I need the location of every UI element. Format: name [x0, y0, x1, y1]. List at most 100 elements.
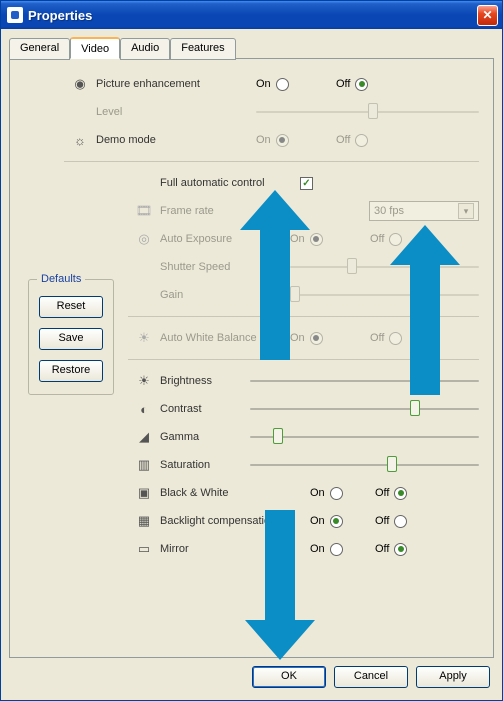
label-on: On: [256, 78, 271, 90]
label-picture-enhancement: Picture enhancement: [96, 78, 256, 90]
radio-awb-off: [389, 332, 402, 345]
apply-button[interactable]: Apply: [416, 666, 490, 688]
dialog-footer: OK Cancel Apply: [9, 658, 494, 692]
saturation-icon: ▥: [128, 457, 160, 473]
brightness-icon: ☀: [128, 373, 160, 389]
wb-icon: ☀: [128, 330, 160, 346]
label-shutter-speed: Shutter Speed: [160, 261, 290, 273]
radio-picture-enhancement-on[interactable]: [276, 78, 289, 91]
radio-backlight-on[interactable]: [330, 515, 343, 528]
label-saturation: Saturation: [160, 459, 250, 471]
video-panel: ◉ Picture enhancement On Off: [9, 58, 494, 658]
tab-general[interactable]: General: [9, 38, 70, 60]
radio-mirror-on[interactable]: [330, 543, 343, 556]
film-icon: 🎞: [128, 203, 160, 219]
gamma-icon: ◢: [128, 429, 160, 445]
slider-saturation[interactable]: [250, 458, 479, 472]
label-contrast: Contrast: [160, 403, 250, 415]
label-full-automatic: Full automatic control: [160, 177, 300, 189]
label-on: On: [310, 543, 325, 555]
radio-picture-enhancement-off[interactable]: [355, 78, 368, 91]
chevron-down-icon: ▾: [458, 203, 474, 219]
label-brightness: Brightness: [160, 375, 250, 387]
tab-strip: General Video Audio Features: [9, 37, 494, 59]
radio-autoexp-on: [310, 233, 323, 246]
label-off: Off: [370, 233, 384, 245]
label-mirror: Mirror: [160, 543, 310, 555]
slider-level: [256, 105, 479, 119]
label-gamma: Gamma: [160, 431, 250, 443]
label-off: Off: [336, 78, 350, 90]
row-saturation: ▥ Saturation: [128, 454, 479, 476]
label-off: Off: [375, 515, 389, 527]
close-button[interactable]: ✕: [477, 5, 498, 26]
row-auto-exposure: ◎ Auto Exposure On Off: [128, 228, 479, 250]
tab-video[interactable]: Video: [70, 37, 120, 59]
label-demo-mode: Demo mode: [96, 134, 256, 146]
label-off: Off: [370, 332, 384, 344]
radio-demo-on: [276, 134, 289, 147]
save-button[interactable]: Save: [39, 328, 103, 350]
radio-bw-off[interactable]: [394, 487, 407, 500]
radio-autoexp-off: [389, 233, 402, 246]
label-on: On: [310, 487, 325, 499]
label-on: On: [290, 332, 305, 344]
radio-bw-on[interactable]: [330, 487, 343, 500]
row-level: Level: [64, 101, 479, 123]
label-on: On: [310, 515, 325, 527]
slider-gain: [290, 288, 479, 302]
properties-window: Properties ✕ General Video Audio Feature…: [0, 0, 503, 701]
tab-features[interactable]: Features: [170, 38, 235, 60]
row-black-white: ▣ Black & White On Off: [128, 482, 479, 504]
label-gain: Gain: [160, 289, 290, 301]
slider-gamma[interactable]: [250, 430, 479, 444]
ok-button[interactable]: OK: [252, 666, 326, 688]
radio-backlight-off[interactable]: [394, 515, 407, 528]
row-gamma: ◢ Gamma: [128, 426, 479, 448]
label-frame-rate: Frame rate: [160, 205, 320, 217]
row-mirror: ▭ Mirror On Off: [128, 538, 479, 560]
eye-icon: ◉: [64, 76, 96, 92]
label-on: On: [290, 233, 305, 245]
defaults-legend: Defaults: [37, 273, 85, 285]
label-off: Off: [375, 543, 389, 555]
label-backlight: Backlight compensation: [160, 515, 310, 527]
black-white-icon: ▣: [128, 485, 160, 501]
row-full-automatic: Full automatic control ✓: [128, 172, 479, 194]
restore-button[interactable]: Restore: [39, 360, 103, 382]
tab-audio[interactable]: Audio: [120, 38, 170, 60]
slider-contrast[interactable]: [250, 402, 479, 416]
slider-brightness[interactable]: [250, 374, 479, 388]
aperture-icon: ◎: [128, 231, 160, 247]
label-off: Off: [375, 487, 389, 499]
backlight-icon: ▦: [128, 513, 160, 529]
row-contrast: ◐ Contrast: [128, 398, 479, 420]
row-auto-wb: ☀ Auto White Balance On Off: [128, 327, 479, 349]
label-black-white: Black & White: [160, 487, 310, 499]
cancel-button[interactable]: Cancel: [334, 666, 408, 688]
checkbox-full-automatic[interactable]: ✓: [300, 177, 313, 190]
row-demo-mode: ☼ Demo mode On Off: [64, 129, 479, 151]
label-level: Level: [96, 106, 256, 118]
row-gain: Gain: [128, 284, 479, 306]
window-title: Properties: [28, 8, 477, 23]
row-shutter-speed: Shutter Speed: [128, 256, 479, 278]
row-brightness: ☀ Brightness: [128, 370, 479, 392]
label-auto-wb: Auto White Balance: [160, 332, 290, 344]
label-off: Off: [336, 134, 350, 146]
row-picture-enhancement: ◉ Picture enhancement On Off: [64, 73, 479, 95]
radio-awb-on: [310, 332, 323, 345]
row-frame-rate: 🎞 Frame rate 30 fps ▾: [128, 200, 479, 222]
label-auto-exposure: Auto Exposure: [160, 233, 290, 245]
slider-shutter-speed: [290, 260, 479, 274]
radio-mirror-off[interactable]: [394, 543, 407, 556]
combo-frame-rate: 30 fps ▾: [369, 201, 479, 221]
radio-demo-off: [355, 134, 368, 147]
contrast-icon: ◐: [128, 402, 160, 417]
app-icon: [7, 7, 23, 23]
row-backlight: ▦ Backlight compensation On Off: [128, 510, 479, 532]
defaults-group: Defaults Reset Save Restore: [28, 279, 114, 395]
window-body: General Video Audio Features ◉ Picture e…: [1, 29, 502, 700]
titlebar: Properties ✕: [1, 1, 502, 29]
reset-button[interactable]: Reset: [39, 296, 103, 318]
